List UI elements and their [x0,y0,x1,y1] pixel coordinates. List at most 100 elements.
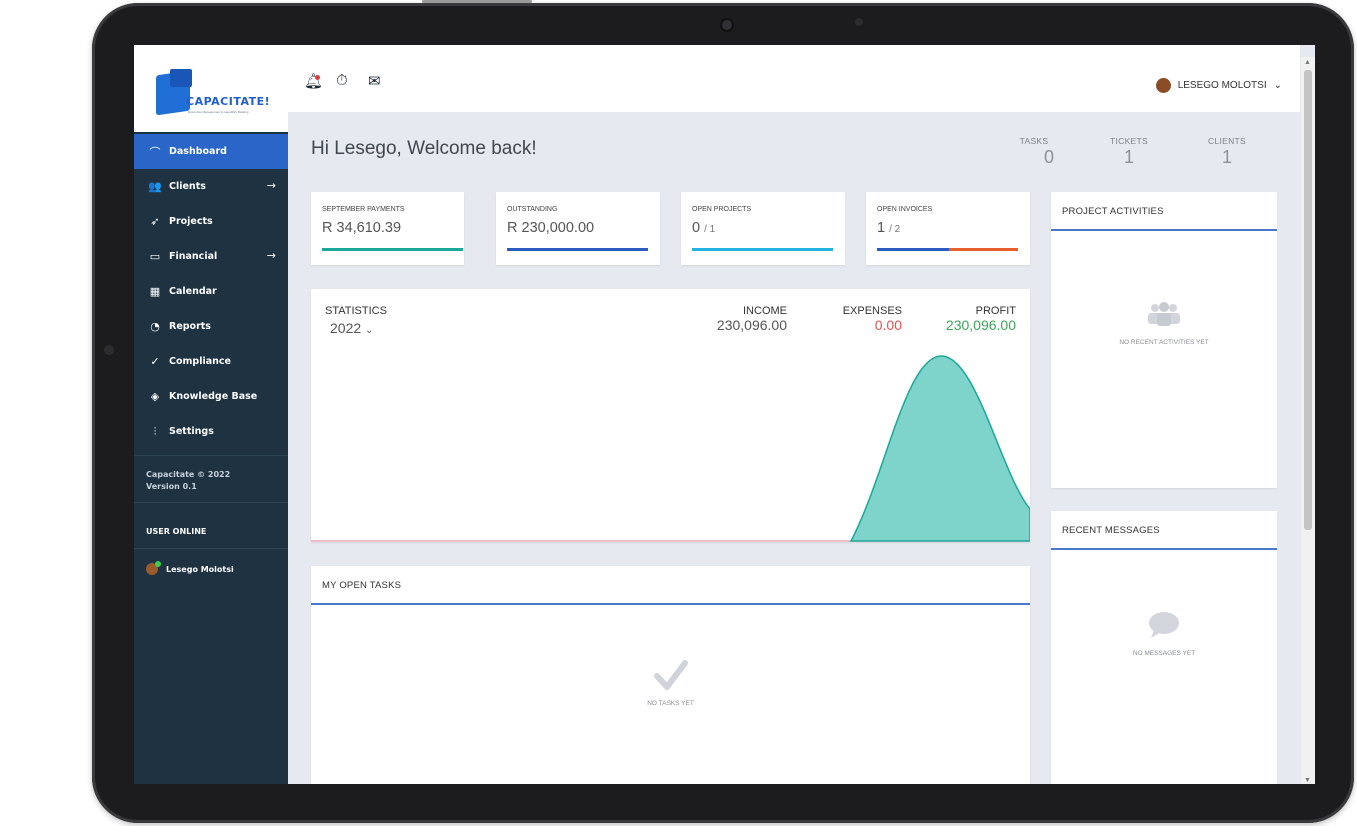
checkmark-icon [654,660,688,690]
notification-dot-icon [315,75,320,80]
clients-value: 1 [1221,147,1232,167]
sidebar-item-clients[interactable]: 👥 Clients → [134,169,288,204]
sidebar-item-reports[interactable]: ◔ Reports [134,309,288,344]
kpi-september-payments[interactable]: SEPTEMBER PAYMENTS R 34,610.39 [311,192,464,265]
graduation-cap-icon: ◈ [150,390,160,403]
sidebar-item-label: Settings [169,426,214,437]
empty-state-text: NO TASKS YET [647,700,694,707]
screen: CAPACITATE! Enterprise Management & Capa… [134,45,1315,784]
sidebar-item-projects[interactable]: ➶ Projects [134,204,288,239]
kpi-bar-paid [877,248,949,251]
sidebar-item-label: Dashboard [169,146,227,157]
kpi-label: OPEN INVOICES [877,206,933,213]
tickets-label: TICKETS [1110,136,1148,146]
panel-divider [311,603,1030,605]
arrow-right-icon: → [266,249,276,262]
kpi-bar-unpaid [949,248,1018,251]
group-icon [1148,302,1180,326]
kpi-label: SEPTEMBER PAYMENTS [322,206,405,213]
sidebar-item-label: Compliance [169,356,231,367]
empty-state-text: NO MESSAGES YET [1132,650,1196,657]
empty-state-text: NO RECENT ACTIVITIES YET [1119,339,1209,346]
project-activities-panel: PROJECT ACTIVITIES NO RECENT ACTIVITIES … [1051,192,1277,488]
online-status-icon [155,561,161,567]
user-menu[interactable]: LESEGO MOLOTSI ⌄ [1155,78,1282,93]
scroll-up-icon[interactable]: ▲ [1304,59,1311,66]
sidebar-item-label: Financial [169,251,218,262]
arrow-right-icon: → [266,179,276,192]
scrollbar[interactable]: ▲ ▼ [1301,57,1315,784]
sidebar-item-financial[interactable]: ▭ Financial → [134,239,288,274]
sidebar-item-compliance[interactable]: ✓ Compliance [134,344,288,379]
user-online-item[interactable]: Lesego Molotsi [146,561,234,575]
panel-title: RECENT MESSAGES [1062,525,1160,536]
kpi-value: 0 / 1 [692,220,715,236]
dashboard-icon: ⌒ [149,145,161,159]
kpi-label: OUTSTANDING [507,206,558,213]
statistics-chart [311,355,1030,542]
recent-messages-panel: RECENT MESSAGES NO MESSAGES YET [1051,511,1277,784]
kpi-value-count: 1 [877,220,886,236]
brand-name: CAPACITATE! [186,95,271,108]
divider [134,548,288,549]
scrollbar-thumb[interactable] [1304,70,1312,530]
kpi-value: 1 / 2 [877,220,900,236]
panel-divider [1051,229,1277,231]
kpi-open-projects[interactable]: OPEN PROJECTS 0 / 1 [681,192,845,265]
tasks-label: TASKS [1019,136,1049,146]
kpi-outstanding[interactable]: OUTSTANDING R 230,000.00 [496,192,660,265]
rocket-icon: ➶ [150,215,160,228]
sidebar-item-label: Calendar [169,286,217,297]
sidebar-item-label: Reports [169,321,211,332]
kpi-open-invoices[interactable]: OPEN INVOICES 1 / 2 [866,192,1030,265]
side-sensor-icon [104,345,114,355]
avatar [146,561,161,575]
mail-icon[interactable]: ✉︎ [368,72,381,90]
sidebar-item-calendar[interactable]: ▦ Calendar [134,274,288,309]
check-icon: ✓ [150,355,160,368]
tickets-counter[interactable]: TICKETS 1 [1104,136,1154,168]
kpi-bar [322,248,463,251]
sidebar-item-settings[interactable]: ⫶ Settings [134,414,288,449]
kpi-bar [692,248,833,251]
sidebar-nav: ⌒ Dashboard 👥 Clients → ➶ Projects ▭ Fin… [134,134,288,449]
panel-title: MY OPEN TASKS [322,580,402,591]
sidebar-item-label: Projects [169,216,213,227]
kpi-value: R 230,000.00 [507,220,595,236]
speech-bubble-icon [1149,612,1179,638]
camera-icon [720,18,734,32]
top-bar: 🔔︎ ⏱︎ ✉︎ LESEGO MOLOTSI ⌄ [288,45,1300,112]
sidebar-footer: Capacitate © 2022 Version 0.1 [146,469,230,493]
user-online-title: USER ONLINE [146,527,207,536]
kpi-bar [507,248,648,251]
logo-cube-top-icon [170,69,192,87]
clients-counter[interactable]: CLIENTS 1 [1202,136,1252,168]
sidebar-item-knowledge-base[interactable]: ◈ Knowledge Base [134,379,288,414]
sensor-icon [855,18,863,26]
chevron-down-icon: ⌄ [1273,80,1282,91]
tickets-value: 1 [1123,147,1134,167]
stopwatch-icon[interactable]: ⏱︎ [336,72,348,89]
sliders-icon: ⫶ [153,424,157,438]
sidebar-item-label: Clients [169,181,206,192]
clients-label: CLIENTS [1208,136,1246,146]
tasks-counter[interactable]: TASKS 0 [1014,136,1054,168]
kpi-value: R 34,610.39 [322,220,402,236]
sidebar: CAPACITATE! Enterprise Management & Capa… [134,45,288,784]
logo[interactable]: CAPACITATE! Enterprise Management & Capa… [134,45,288,132]
copyright-text: Capacitate © 2022 [146,470,231,479]
open-tasks-panel: MY OPEN TASKS NO TASKS YET [311,566,1030,784]
calendar-icon: ▦ [149,285,161,298]
kpi-label: OPEN PROJECTS [692,206,752,213]
panel-title: PROJECT ACTIVITIES [1062,206,1164,217]
brand-tagline: Enterprise Management & Capability Build… [188,110,249,114]
users-icon: 👥 [148,180,162,193]
version-text: Version 0.1 [146,482,197,491]
user-online-name: Lesego Molotsi [166,564,234,574]
divider [134,502,288,503]
sidebar-item-dashboard[interactable]: ⌒ Dashboard [134,134,288,169]
power-button [422,0,532,3]
bell-icon[interactable]: 🔔︎ [304,72,323,90]
scroll-down-icon[interactable]: ▼ [1304,777,1311,784]
income-area [849,355,1030,542]
